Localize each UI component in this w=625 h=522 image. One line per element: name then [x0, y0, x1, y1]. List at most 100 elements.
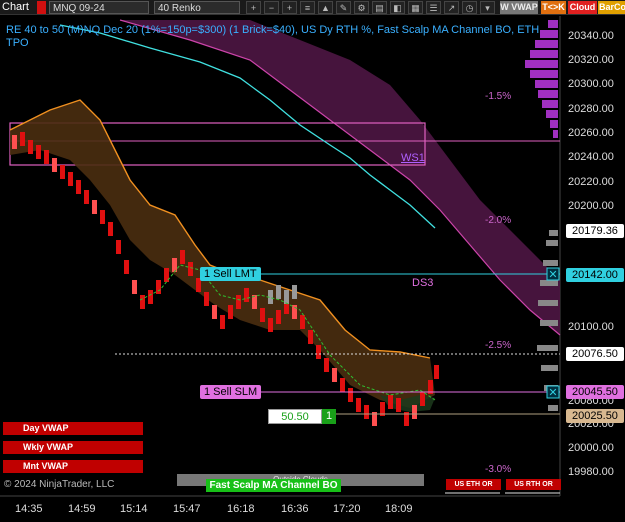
renko-brick [180, 250, 185, 264]
price-tick: 20300.00 [568, 78, 614, 90]
renko-brick [36, 145, 41, 159]
chart-title: RE 40 to 50 (M)NQ Dec 20 (1%=150p=$300) … [6, 24, 540, 49]
tpo-bar [530, 70, 558, 78]
renko-brick [124, 260, 129, 274]
renko-brick [316, 345, 321, 359]
renko-brick [52, 158, 57, 172]
renko-brick [220, 315, 225, 329]
renko-brick [340, 378, 345, 392]
us-rth-or-button[interactable]: US RTH OR [506, 479, 561, 490]
sell-slm-order-label[interactable]: 1 Sell SLM [200, 385, 262, 399]
renko-brick [396, 398, 401, 412]
time-tick: 15:14 [120, 503, 148, 515]
renko-brick [172, 258, 177, 272]
price-tick: 20280.00 [568, 103, 614, 115]
fast-scalp-button[interactable]: Fast Scalp MA Channel BO [206, 479, 341, 492]
position-qty-box[interactable]: 1 [322, 409, 336, 424]
price-tick: 20100.00 [568, 321, 614, 333]
weekly-vwap-button[interactable]: Wkly VWAP [3, 441, 143, 454]
current-price-badge: 20076.50 [566, 347, 624, 361]
renko-brick [228, 305, 233, 319]
renko-brick [348, 388, 353, 402]
time-tick: 16:36 [281, 503, 309, 515]
renko-brick [284, 290, 289, 304]
price-tick: 20320.00 [568, 54, 614, 66]
tpo-bar [542, 100, 558, 108]
time-tick: 14:35 [15, 503, 43, 515]
renko-brick [434, 365, 439, 379]
tpo-bar [553, 130, 558, 138]
renko-brick [300, 315, 305, 329]
renko-brick [188, 262, 193, 276]
pct-label: -1.5% [485, 91, 512, 102]
price-tick: 20200.00 [568, 200, 614, 212]
renko-brick [308, 330, 313, 344]
renko-brick [12, 135, 17, 149]
renko-brick [332, 368, 337, 382]
renko-brick [412, 405, 417, 419]
copyright-text: © 2024 NinjaTrader, LLC [4, 479, 115, 490]
price-tick: 20260.00 [568, 127, 614, 139]
time-tick: 16:18 [227, 503, 255, 515]
renko-brick [244, 288, 249, 302]
renko-brick [28, 140, 33, 154]
tpo-bar [546, 240, 558, 246]
position-pnl-box[interactable]: 50.50 [268, 409, 322, 424]
tpo-bar [538, 300, 558, 306]
sell-lmt-price-badge: 20142.00 [566, 268, 624, 282]
renko-brick [140, 295, 145, 309]
tpo-bar [543, 260, 558, 266]
day-vwap-button[interactable]: Day VWAP [3, 422, 143, 435]
renko-brick [268, 318, 273, 332]
tpo-bar [546, 110, 558, 118]
tpo-bar [535, 80, 558, 88]
renko-brick [68, 172, 73, 186]
tpo-bar [537, 345, 558, 351]
price-tick: 20220.00 [568, 176, 614, 188]
price-tick: 20240.00 [568, 151, 614, 163]
renko-brick [276, 285, 281, 299]
sell-lmt-order-label[interactable]: 1 Sell LMT [200, 267, 261, 281]
tpo-bar [548, 405, 558, 411]
renko-brick [100, 210, 105, 224]
renko-brick [60, 165, 65, 179]
renko-brick [236, 295, 241, 309]
renko-brick [292, 305, 297, 319]
pct-label: -3.0% [485, 464, 512, 475]
cyan-level-badge: 20179.36 [566, 224, 624, 238]
svg-text:✕: ✕ [548, 386, 557, 399]
ds3-label: DS3 [412, 277, 434, 289]
ws1-label: WS1 [401, 152, 425, 164]
tpo-bar [540, 320, 558, 326]
renko-brick [388, 395, 393, 409]
eth-tpo-profile [525, 20, 558, 411]
renko-brick [148, 290, 153, 304]
tpo-bar [538, 90, 558, 98]
renko-brick [364, 405, 369, 419]
renko-brick [116, 240, 121, 254]
price-tick: 20340.00 [568, 30, 614, 42]
avg-price-badge: 20025.50 [566, 409, 624, 423]
renko-brick [276, 310, 281, 324]
renko-brick [156, 280, 161, 294]
monthly-vwap-button[interactable]: Mnt VWAP [3, 460, 143, 473]
renko-brick [20, 132, 25, 146]
renko-brick [108, 222, 113, 236]
us-eth-or-button[interactable]: US ETH OR [446, 479, 501, 490]
renko-brick [132, 280, 137, 294]
time-tick: 14:59 [68, 503, 96, 515]
pct-label: -2.5% [485, 340, 512, 351]
price-tick: 19980.00 [568, 466, 614, 478]
time-tick: 18:09 [385, 503, 413, 515]
time-tick: 17:20 [333, 503, 361, 515]
renko-brick [44, 150, 49, 164]
renko-brick [212, 305, 217, 319]
renko-brick [92, 200, 97, 214]
renko-brick [204, 292, 209, 306]
renko-brick [324, 358, 329, 372]
time-tick: 15:47 [173, 503, 201, 515]
tpo-bar [549, 230, 558, 236]
sell-slm-price-badge: 20045.50 [566, 385, 624, 399]
price-tick: 20000.00 [568, 442, 614, 454]
tpo-bar [550, 120, 558, 128]
